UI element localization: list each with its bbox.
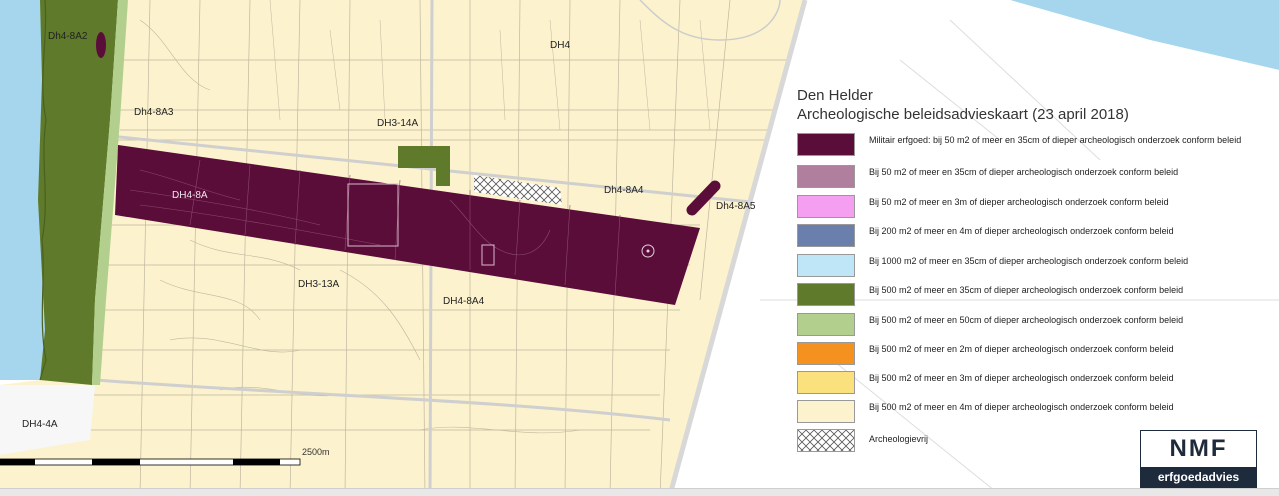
zone-label-dh3-13a: DH3-13A: [298, 279, 340, 290]
legend-swatch: [797, 133, 855, 156]
zone-label-dh4-8a3: Dh4-8A3: [134, 107, 174, 118]
legend-label: Bij 50 m2 of meer en 35cm of dieper arch…: [869, 167, 1179, 177]
legend-swatch: [797, 371, 855, 394]
scale-bar-label: 2500m: [302, 447, 330, 457]
zone-label-dh4-8a2: Dh4-8A2: [48, 31, 88, 42]
legend-item: Bij 500 m2 of meer en 2m of dieper arche…: [797, 342, 1267, 368]
map-legend: Den Helder Archeologische beleidsadviesk…: [797, 86, 1267, 452]
legend-swatch: [797, 165, 855, 188]
zone-label-dh3-14a: DH3-14A: [377, 118, 419, 129]
legend-swatch: [797, 224, 855, 247]
logo-name: NMF: [1169, 435, 1228, 462]
legend-item: Bij 50 m2 of meer en 3m of dieper archeo…: [797, 195, 1267, 221]
legend-label: Bij 50 m2 of meer en 3m of dieper archeo…: [869, 197, 1169, 207]
zone-label-dh4-8a4-top: Dh4-8A4: [604, 185, 644, 196]
legend-label: Bij 500 m2 of meer en 2m of dieper arche…: [869, 344, 1174, 354]
legend-item: Militair erfgoed: bij 50 m2 of meer en 3…: [797, 133, 1267, 159]
legend-item: Bij 500 m2 of meer en 4m of dieper arche…: [797, 400, 1267, 426]
legend-item: Bij 200 m2 of meer en 4m of dieper arche…: [797, 224, 1267, 250]
nmf-logo: NMF erfgoedadvies: [1140, 430, 1257, 488]
legend-item: Bij 1000 m2 of meer en 35cm of dieper ar…: [797, 254, 1267, 280]
legend-swatch: [797, 195, 855, 218]
logo-tagline: erfgoedadvies: [1141, 467, 1256, 487]
legend-label: Bij 1000 m2 of meer en 35cm of dieper ar…: [869, 256, 1189, 266]
zone-label-dh4-4a: DH4-4A: [22, 419, 58, 430]
legend-item: Bij 500 m2 of meer en 3m of dieper arche…: [797, 371, 1267, 397]
legend-label: Bij 500 m2 of meer en 50cm of dieper arc…: [869, 315, 1184, 325]
zone-label-dh4-8a5: Dh4-8A5: [716, 201, 756, 212]
legend-item: Bij 50 m2 of meer en 35cm of dieper arch…: [797, 165, 1267, 191]
legend-swatch: [797, 342, 855, 365]
legend-swatch: [797, 400, 855, 423]
scale-bar: [0, 458, 301, 466]
legend-label: Bij 500 m2 of meer en 4m of dieper arche…: [869, 402, 1174, 412]
legend-subtitle: Archeologische beleidsadvieskaart (23 ap…: [797, 106, 1129, 123]
legend-label: Bij 500 m2 of meer en 35cm of dieper arc…: [869, 285, 1184, 295]
legend-label: Bij 200 m2 of meer en 4m of dieper arche…: [869, 226, 1174, 236]
legend-label: Bij 500 m2 of meer en 3m of dieper arche…: [869, 373, 1174, 383]
legend-item: Bij 500 m2 of meer en 35cm of dieper arc…: [797, 283, 1267, 309]
zone-dh4-8a2-spot: [96, 32, 106, 58]
legend-title: Den Helder: [797, 87, 873, 104]
legend-item: Bij 500 m2 of meer en 50cm of dieper arc…: [797, 313, 1267, 339]
legend-swatch: [797, 429, 855, 452]
military-marker-dot: [646, 249, 650, 253]
legend-swatch: [797, 283, 855, 306]
zone-label-dh4-8a: DH4-8A: [172, 190, 208, 201]
zone-label-dh4: DH4: [550, 40, 571, 51]
legend-label: Militair erfgoed: bij 50 m2 of meer en 3…: [869, 135, 1242, 145]
zone-label-dh4-8a4-bottom: DH4-8A4: [443, 296, 485, 307]
legend-swatch: [797, 254, 855, 277]
legend-swatch: [797, 313, 855, 336]
